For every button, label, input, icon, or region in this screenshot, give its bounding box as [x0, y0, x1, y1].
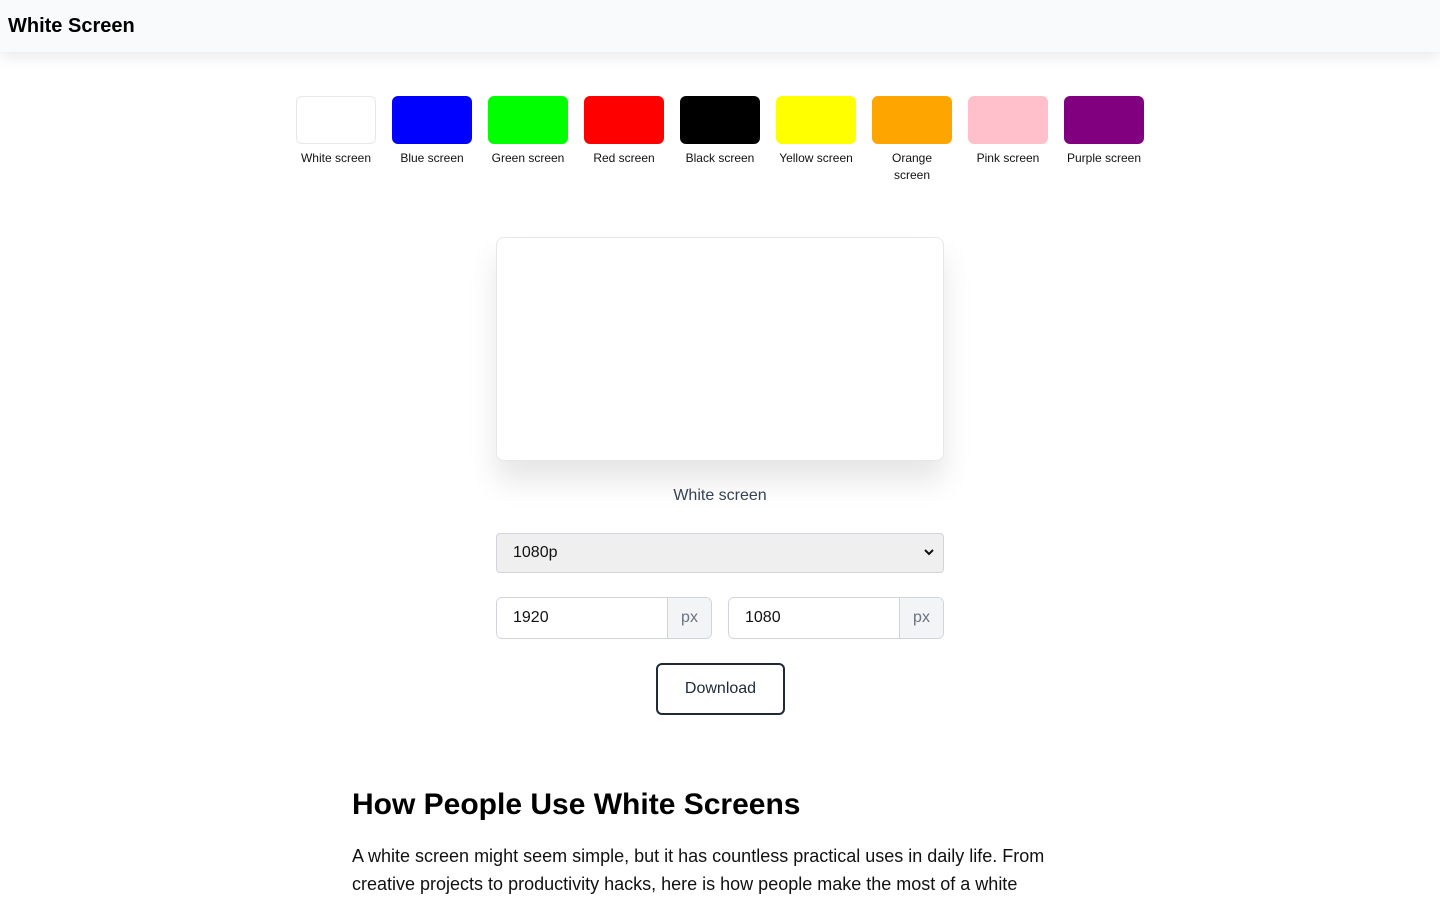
- swatch-label: Red screen: [593, 151, 655, 165]
- width-input-group: px: [496, 597, 712, 639]
- swatch-color-box: [584, 96, 664, 144]
- width-unit-label: px: [667, 598, 711, 638]
- swatch-color-box: [296, 96, 376, 144]
- swatch-label: Yellow screen: [779, 151, 853, 165]
- article-heading: How People Use White Screens: [352, 788, 801, 821]
- swatch-label: Orange screen: [891, 151, 933, 182]
- download-button[interactable]: Download: [656, 663, 785, 715]
- article-section: How People Use White Screens A white scr…: [352, 786, 1088, 898]
- width-input[interactable]: [497, 598, 667, 638]
- swatch-white[interactable]: White screen: [296, 96, 376, 184]
- swatch-color-box: [968, 96, 1048, 144]
- swatch-yellow[interactable]: Yellow screen: [776, 96, 856, 184]
- swatch-pink[interactable]: Pink screen: [968, 96, 1048, 184]
- swatch-red[interactable]: Red screen: [584, 96, 664, 184]
- height-input[interactable]: [729, 598, 899, 638]
- swatch-label: Purple screen: [1066, 151, 1142, 165]
- swatch-color-box: [488, 96, 568, 144]
- preview-caption: White screen: [673, 487, 767, 504]
- article-intro: A white screen might seem simple, but it…: [352, 846, 1045, 894]
- swatch-label: Blue screen: [400, 151, 464, 165]
- swatch-black[interactable]: Black screen: [680, 96, 760, 184]
- resolution-selected-value: 1080p: [513, 544, 558, 561]
- site-title-link[interactable]: White Screen: [8, 15, 135, 38]
- color-swatch-list: White screen Blue screen Green screen Re…: [296, 96, 1144, 184]
- swatch-label: Pink screen: [976, 151, 1040, 165]
- swatch-purple[interactable]: Purple screen: [1064, 96, 1144, 184]
- swatch-blue[interactable]: Blue screen: [392, 96, 472, 184]
- swatch-orange[interactable]: Orange screen: [872, 96, 952, 184]
- top-bar: White Screen: [0, 0, 1440, 52]
- chevron-down-icon: [923, 546, 935, 561]
- swatch-green[interactable]: Green screen: [488, 96, 568, 184]
- swatch-color-box: [392, 96, 472, 144]
- swatch-label: Black screen: [685, 151, 755, 165]
- height-input-group: px: [728, 597, 944, 639]
- color-preview[interactable]: [496, 237, 944, 461]
- swatch-color-box: [872, 96, 952, 144]
- swatch-color-box: [1064, 96, 1144, 144]
- swatch-color-box: [776, 96, 856, 144]
- swatch-label: White screen: [300, 151, 372, 165]
- height-unit-label: px: [899, 598, 943, 638]
- swatch-label: Green screen: [491, 151, 565, 165]
- resolution-select[interactable]: 1080p: [496, 533, 944, 573]
- swatch-color-box: [680, 96, 760, 144]
